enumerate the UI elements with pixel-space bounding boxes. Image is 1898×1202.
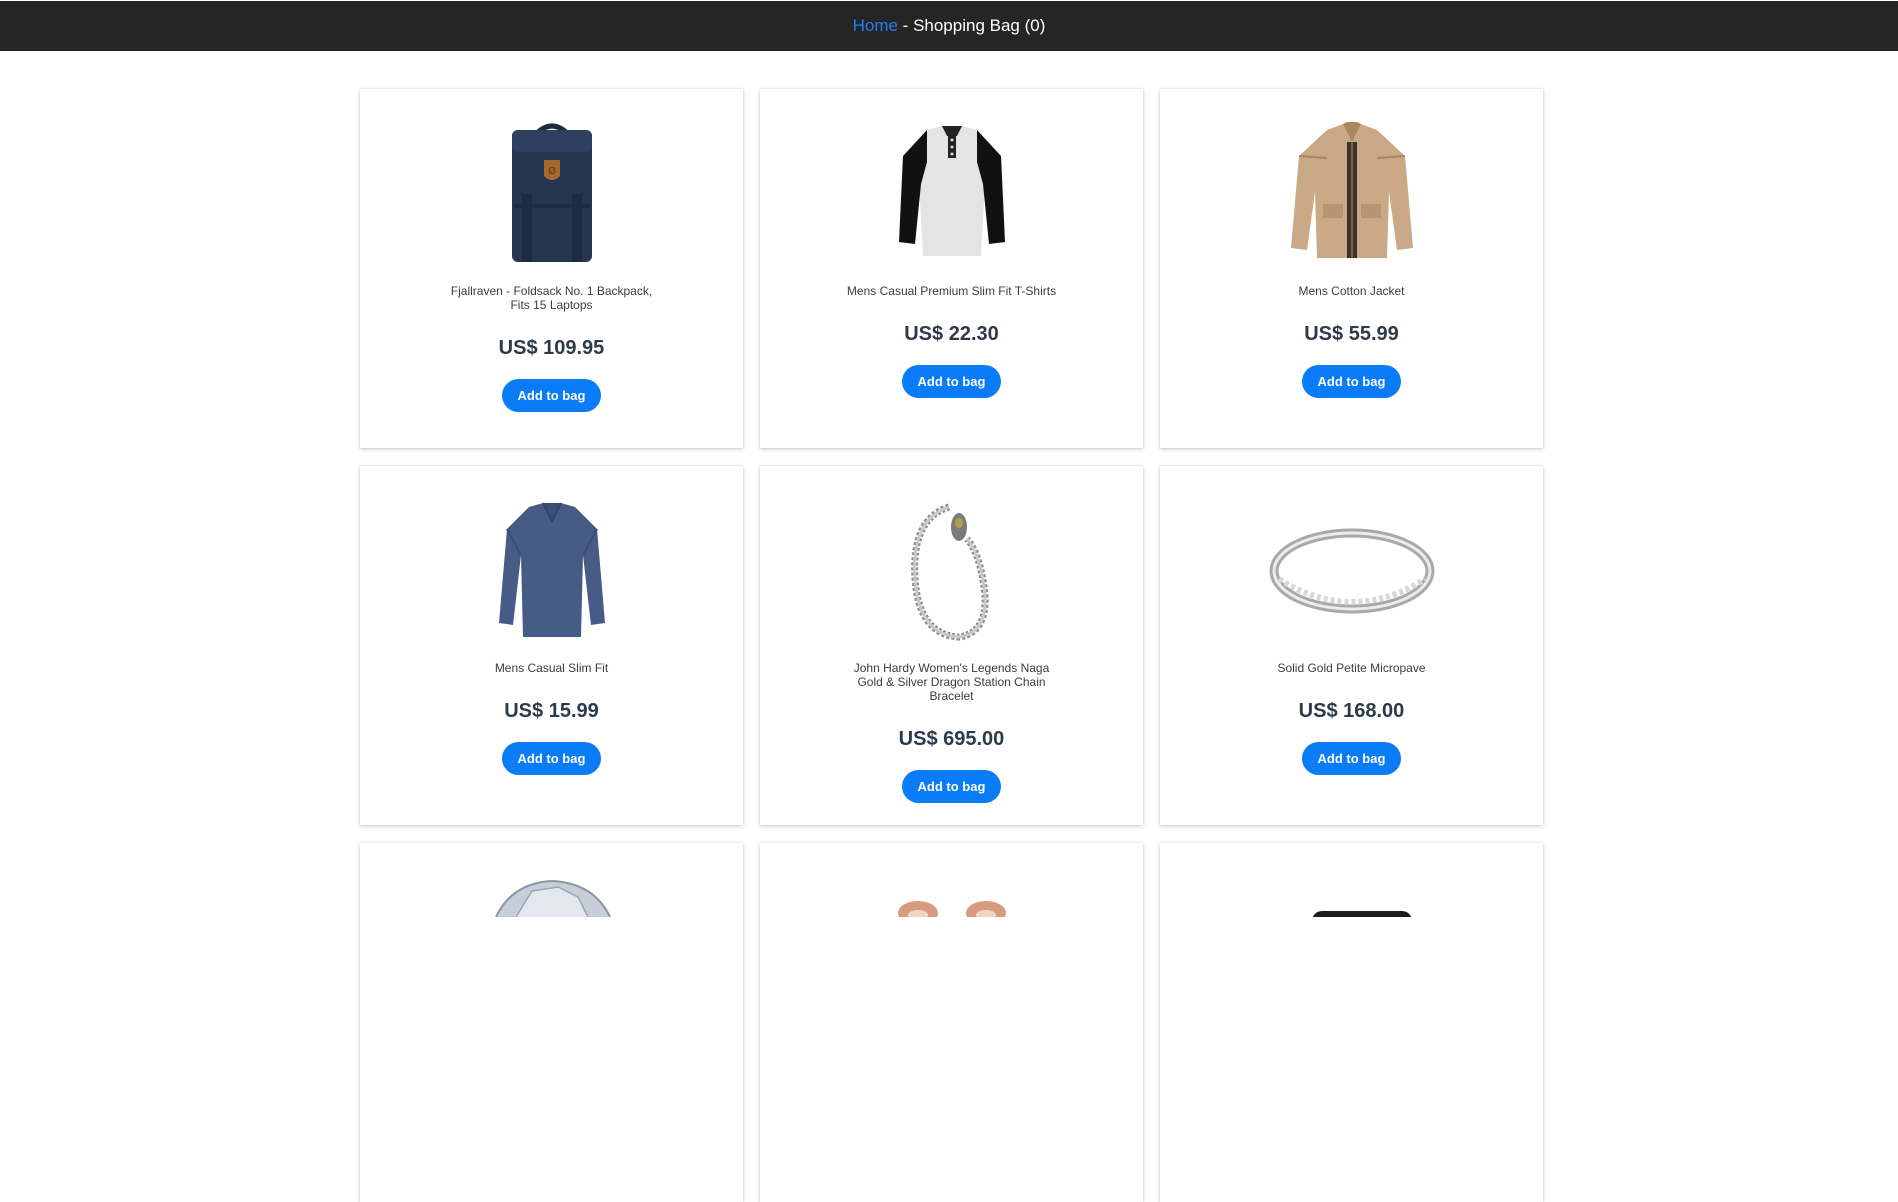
- earrings-image[interactable]: [760, 877, 1143, 917]
- product-card: Mens Casual Slim Fit US$ 15.99 Add to ba…: [360, 466, 743, 825]
- product-price: US$ 15.99: [504, 700, 599, 722]
- product-card: Solid Gold Petite Micropave US$ 168.00 A…: [1160, 466, 1543, 825]
- product-name[interactable]: Solid Gold Petite Micropave: [1246, 661, 1457, 675]
- product-card: Mens Cotton Jacket US$ 55.99 Add to bag: [1160, 89, 1543, 448]
- product-card: Mens Casual Premium Slim Fit T-Shirts US…: [760, 89, 1143, 448]
- jacket-image[interactable]: [1160, 122, 1543, 263]
- shopping-bag-link[interactable]: Shopping Bag (0): [913, 16, 1045, 36]
- product-card: [760, 843, 1143, 1202]
- top-navigation-bar: Home - Shopping Bag (0): [0, 1, 1898, 51]
- product-price: US$ 168.00: [1298, 700, 1405, 722]
- product-card: [360, 843, 743, 1202]
- product-name[interactable]: Mens Casual Slim Fit: [446, 661, 657, 675]
- add-to-bag-button[interactable]: Add to bag: [502, 379, 601, 412]
- product-name[interactable]: Mens Cotton Jacket: [1246, 284, 1457, 298]
- product-card: John Hardy Women's Legends Naga Gold & S…: [760, 466, 1143, 825]
- ring-image[interactable]: [1160, 500, 1543, 640]
- product-price: US$ 695.00: [898, 728, 1005, 750]
- product-name[interactable]: Mens Casual Premium Slim Fit T-Shirts: [846, 284, 1057, 298]
- product-price: US$ 55.99: [1304, 323, 1399, 345]
- add-to-bag-button[interactable]: Add to bag: [902, 365, 1001, 398]
- product-price: US$ 22.30: [904, 323, 999, 345]
- longsleeve-image[interactable]: [360, 500, 743, 640]
- hard-drive-image[interactable]: [1160, 877, 1543, 917]
- product-name[interactable]: John Hardy Women's Legends Naga Gold & S…: [846, 661, 1057, 703]
- diamond-ring-image[interactable]: [360, 877, 743, 917]
- add-to-bag-button[interactable]: Add to bag: [502, 742, 601, 775]
- product-name[interactable]: Fjallraven - Foldsack No. 1 Backpack, Fi…: [446, 284, 657, 312]
- product-card: [1160, 843, 1543, 1202]
- nav-separator: -: [897, 16, 914, 35]
- product-price: US$ 109.95: [498, 337, 605, 359]
- add-to-bag-button[interactable]: Add to bag: [1302, 365, 1401, 398]
- add-to-bag-button[interactable]: Add to bag: [1302, 742, 1401, 775]
- tshirt-image[interactable]: [760, 123, 1143, 263]
- home-link[interactable]: Home: [853, 16, 898, 36]
- svg-text:Ø: Ø: [548, 165, 556, 177]
- bracelet-image[interactable]: [760, 500, 1143, 641]
- add-to-bag-button[interactable]: Add to bag: [902, 770, 1001, 803]
- backpack-image[interactable]: Ø: [360, 123, 743, 263]
- product-card: Ø Fjallraven - Foldsack No. 1 Backpack, …: [360, 89, 743, 448]
